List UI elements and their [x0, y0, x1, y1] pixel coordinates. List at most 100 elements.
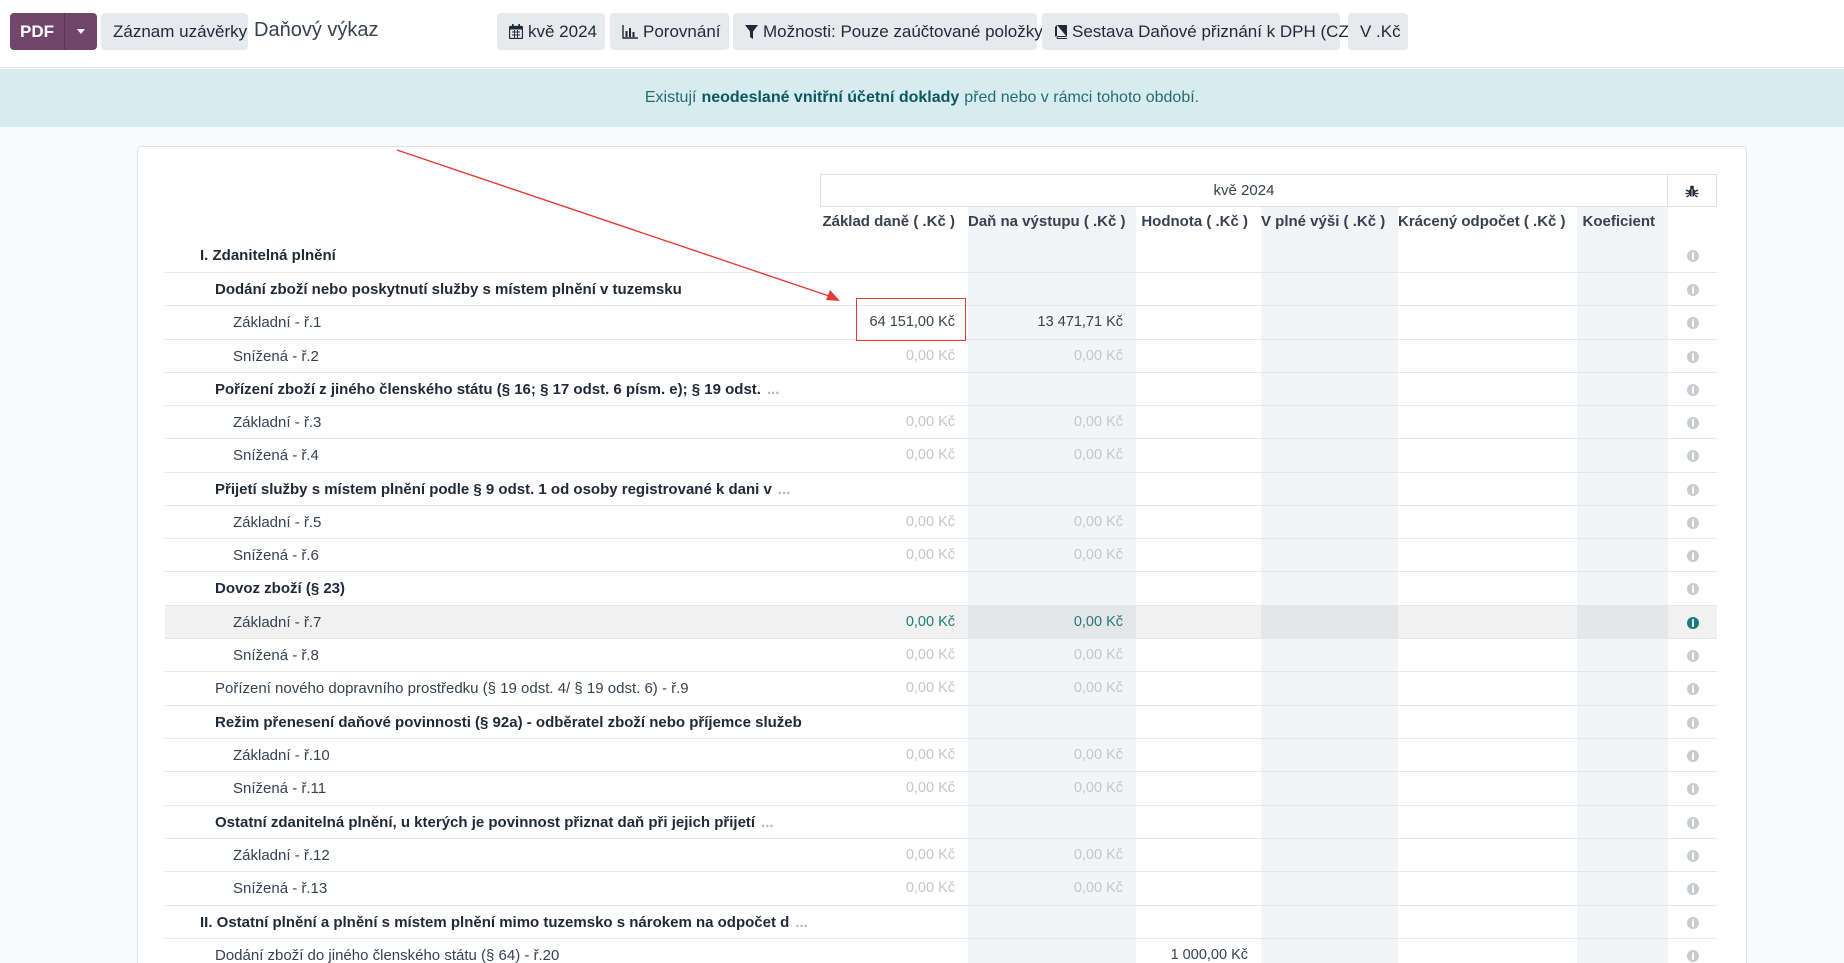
closing-entry-button[interactable]: Záznam uzávěrky	[101, 13, 248, 50]
cell-output-tax[interactable]: 0,00 Kč	[968, 406, 1123, 439]
report-line[interactable]: Pořízení zboží z jiného členského státu …	[165, 372, 1717, 405]
line-label: Základní - ř.1	[233, 306, 321, 339]
report-line[interactable]: Snížená - ř.11 0,00 Kč 0,00 Kč	[165, 771, 1717, 804]
report-line[interactable]: Snížená - ř.6 0,00 Kč 0,00 Kč	[165, 538, 1717, 571]
ellipsis-toggle[interactable]: ...	[761, 814, 774, 831]
report-line[interactable]: Ostatní zdanitelná plnění, u kterých je …	[165, 805, 1717, 838]
info-icon[interactable]	[1687, 517, 1699, 529]
cell-output-tax[interactable]: 13 471,71 Kč	[968, 306, 1123, 339]
period-filter-button[interactable]: kvě 2024	[497, 13, 605, 50]
line-label: Režim přenesení daňové povinnosti (§ 92a…	[215, 706, 802, 739]
info-icon[interactable]	[1687, 950, 1699, 962]
ellipsis-toggle[interactable]: ...	[795, 914, 808, 931]
info-icon[interactable]	[1687, 484, 1699, 496]
info-icon[interactable]	[1687, 450, 1699, 462]
report-line[interactable]: Dodání zboží do jiného členského státu (…	[165, 938, 1717, 963]
info-icon[interactable]	[1687, 284, 1699, 296]
cell-output-tax[interactable]: 0,00 Kč	[968, 340, 1123, 373]
export-dropdown-toggle[interactable]	[64, 13, 97, 50]
ellipsis-toggle[interactable]: ...	[767, 381, 780, 398]
options-filter-button[interactable]: Možnosti: Pouze zaúčtované položky	[733, 13, 1043, 50]
report-line[interactable]: Základní - ř.12 0,00 Kč 0,00 Kč	[165, 838, 1717, 871]
info-icon[interactable]	[1687, 317, 1699, 329]
cell-output-tax[interactable]: 0,00 Kč	[968, 672, 1123, 705]
cell-tax-base[interactable]: 0,00 Kč	[800, 672, 955, 705]
cell-tax-base[interactable]: 0,00 Kč	[800, 739, 955, 772]
report-line[interactable]: Základní - ř.7 0,00 Kč 0,00 Kč	[165, 605, 1717, 638]
report-line[interactable]: Snížená - ř.13 0,00 Kč 0,00 Kč	[165, 871, 1717, 904]
info-icon[interactable]	[1687, 550, 1699, 562]
report-line[interactable]: II. Ostatní plnění a plnění s místem pln…	[165, 905, 1717, 938]
report-line[interactable]: Snížená - ř.8 0,00 Kč 0,00 Kč	[165, 638, 1717, 671]
report-line[interactable]: Dovoz zboží (§ 23)	[165, 571, 1717, 604]
cell-output-tax[interactable]: 0,00 Kč	[968, 872, 1123, 905]
cell-output-tax[interactable]: 0,00 Kč	[968, 772, 1123, 805]
cell-tax-base[interactable]: 0,00 Kč	[800, 539, 955, 572]
report-variant-button[interactable]: Sestava Daňové přiznání k DPH (CZ)	[1042, 13, 1355, 50]
info-icon[interactable]	[1687, 351, 1699, 363]
info-icon[interactable]	[1687, 650, 1699, 662]
line-label: Snížená - ř.8	[233, 639, 319, 672]
column-header-value: Hodnota ( .Kč )	[1141, 213, 1248, 230]
comparison-button[interactable]: Porovnání	[610, 13, 729, 50]
line-label-text: Snížená - ř.8	[233, 647, 319, 664]
info-icon[interactable]	[1687, 850, 1699, 862]
pdf-button[interactable]: PDF	[10, 13, 64, 50]
cell-tax-base[interactable]: 0,00 Kč	[800, 839, 955, 872]
cell-tax-base[interactable]: 0,00 Kč	[800, 639, 955, 672]
column-header-coefficient: Koeficient	[1582, 213, 1655, 230]
info-icon[interactable]	[1687, 883, 1699, 895]
cell-output-tax[interactable]: 0,00 Kč	[968, 639, 1123, 672]
line-label-text: Snížená - ř.2	[233, 348, 319, 365]
unposted-entries-link[interactable]: neodeslané vnitřní účetní doklady	[701, 89, 959, 107]
report-line[interactable]: Snížená - ř.4 0,00 Kč 0,00 Kč	[165, 438, 1717, 471]
info-icon[interactable]	[1687, 617, 1699, 629]
line-label: I. Zdanitelná plnění	[200, 239, 336, 272]
cell-tax-base[interactable]: 0,00 Kč	[800, 406, 955, 439]
line-label: Dodání zboží do jiného členského státu (…	[215, 939, 559, 963]
cell-output-tax[interactable]: 0,00 Kč	[968, 606, 1123, 639]
info-icon[interactable]	[1687, 384, 1699, 396]
info-icon[interactable]	[1687, 583, 1699, 595]
report-line[interactable]: Základní - ř.10 0,00 Kč 0,00 Kč	[165, 738, 1717, 771]
cell-tax-base[interactable]: 0,00 Kč	[800, 506, 955, 539]
info-icon[interactable]	[1687, 417, 1699, 429]
info-icon[interactable]	[1687, 250, 1699, 262]
cell-output-tax[interactable]: 0,00 Kč	[968, 839, 1123, 872]
info-icon[interactable]	[1687, 750, 1699, 762]
cell-output-tax[interactable]: 0,00 Kč	[968, 506, 1123, 539]
cell-output-tax[interactable]: 0,00 Kč	[968, 439, 1123, 472]
info-icon[interactable]	[1687, 717, 1699, 729]
currency-button[interactable]: V .Kč	[1348, 13, 1408, 50]
cell-tax-base[interactable]: 0,00 Kč	[800, 606, 955, 639]
debug-button[interactable]	[1668, 174, 1717, 207]
info-icon[interactable]	[1687, 783, 1699, 795]
info-icon[interactable]	[1687, 683, 1699, 695]
cell-tax-base[interactable]: 0,00 Kč	[800, 439, 955, 472]
cell-value[interactable]: 1 000,00 Kč	[1136, 939, 1248, 963]
info-icon[interactable]	[1687, 917, 1699, 929]
closing-entry-label: Záznam uzávěrky	[113, 21, 248, 41]
report-line[interactable]: Snížená - ř.2 0,00 Kč 0,00 Kč	[165, 339, 1717, 372]
cell-tax-base[interactable]: 0,00 Kč	[800, 872, 955, 905]
line-label: Pořízení zboží z jiného členského státu …	[215, 373, 780, 406]
report-line[interactable]: Pořízení nového dopravního prostředku (§…	[165, 671, 1717, 704]
caret-down-icon	[77, 29, 85, 34]
report-line[interactable]: Základní - ř.3 0,00 Kč 0,00 Kč	[165, 405, 1717, 438]
column-header-output-tax: Daň na výstupu ( .Kč )	[968, 213, 1126, 230]
cell-tax-base[interactable]: 0,00 Kč	[800, 340, 955, 373]
line-label-text: Základní - ř.3	[233, 414, 322, 431]
report-line[interactable]: Základní - ř.5 0,00 Kč 0,00 Kč	[165, 505, 1717, 538]
cell-output-tax[interactable]: 0,00 Kč	[968, 539, 1123, 572]
info-icon[interactable]	[1687, 817, 1699, 829]
report-line[interactable]: Přijetí služby s místem plnění podle § 9…	[165, 472, 1717, 505]
ellipsis-toggle[interactable]: ...	[778, 481, 791, 498]
line-label-text: Dodání zboží nebo poskytnutí služby s mí…	[215, 281, 682, 298]
report-variant-label: Sestava Daňové přiznání k DPH (CZ)	[1072, 21, 1355, 41]
highlight-box	[856, 298, 966, 341]
banner-text-before: Existují	[644, 89, 697, 106]
report-line[interactable]: Režim přenesení daňové povinnosti (§ 92a…	[165, 705, 1717, 738]
cell-tax-base[interactable]: 0,00 Kč	[800, 772, 955, 805]
report-line[interactable]: I. Zdanitelná plnění	[165, 239, 1717, 272]
cell-output-tax[interactable]: 0,00 Kč	[968, 739, 1123, 772]
